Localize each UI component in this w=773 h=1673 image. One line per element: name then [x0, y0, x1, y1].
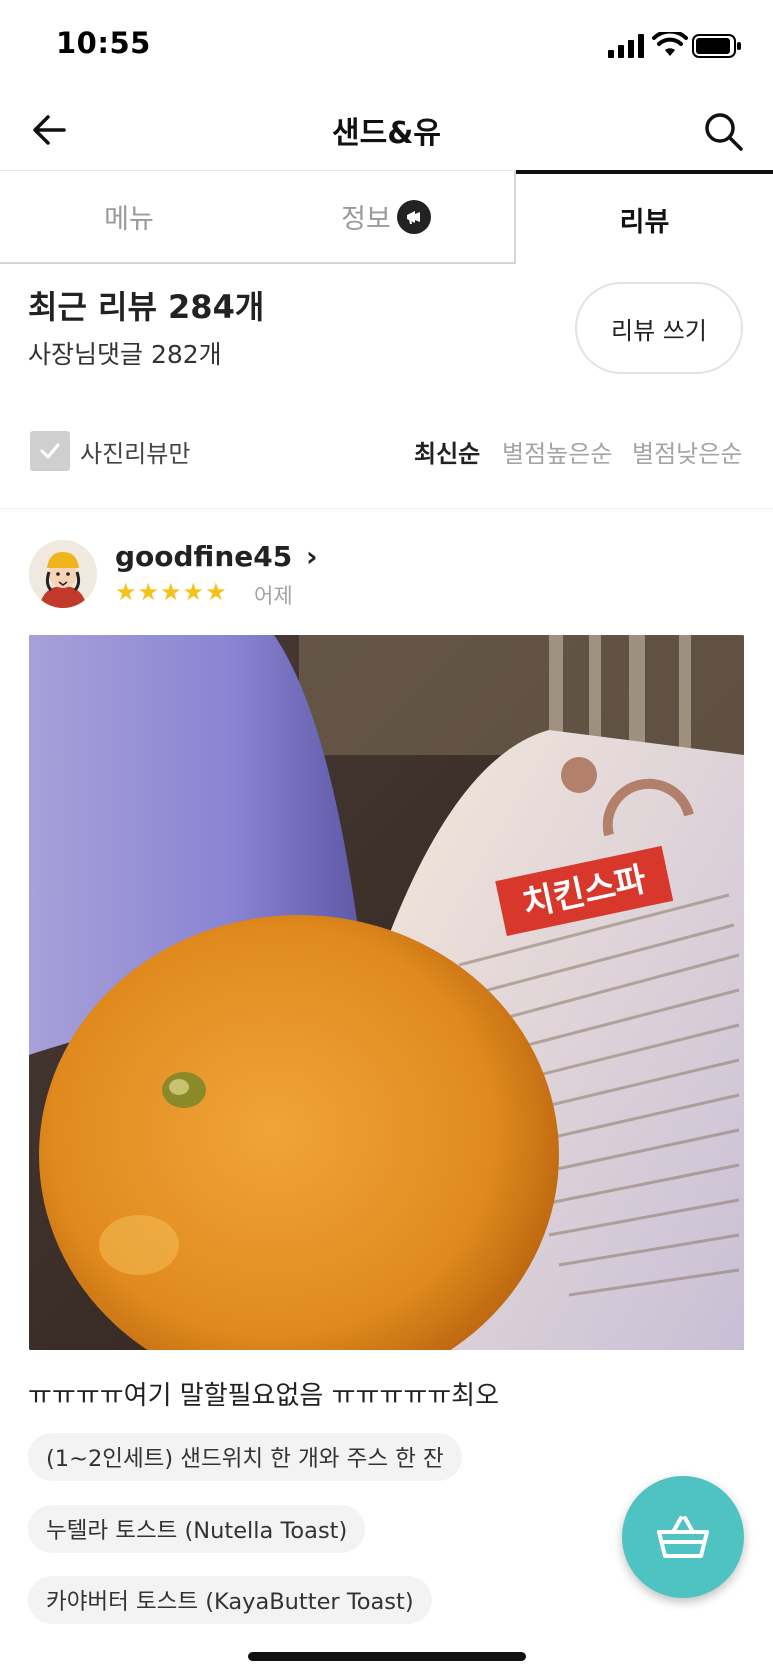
- photo-only-checkbox[interactable]: [30, 431, 70, 471]
- tab-review[interactable]: 리뷰: [516, 170, 773, 264]
- owner-reply-count: 사장님댓글 282개: [28, 340, 222, 369]
- divider: [0, 508, 773, 509]
- sort-rating-low[interactable]: 별점낮은순: [632, 434, 742, 469]
- cart-icon: [657, 1516, 709, 1558]
- status-time: 10:55: [56, 26, 151, 60]
- photo-only-label[interactable]: 사진리뷰만: [80, 434, 190, 469]
- wifi-icon: [652, 32, 688, 56]
- signal-icon: [608, 34, 644, 58]
- ordered-item-tag[interactable]: 카야버터 토스트 (KayaButter Toast): [28, 1576, 432, 1624]
- review-date: 어제: [254, 584, 293, 608]
- username-text: goodfine45: [115, 540, 293, 573]
- avatar[interactable]: [29, 540, 97, 608]
- tab-menu-label: 메뉴: [104, 204, 154, 235]
- search-icon[interactable]: [702, 110, 744, 152]
- tab-info[interactable]: 정보: [258, 170, 516, 264]
- ordered-item-tag[interactable]: (1~2인세트) 샌드위치 한 개와 주스 한 잔: [28, 1433, 462, 1481]
- recent-review-count: 최근 리뷰 284개: [28, 288, 265, 326]
- battery-icon: [692, 34, 741, 58]
- tab-bar: 메뉴 정보 리뷰: [0, 170, 773, 264]
- tab-info-label: 정보: [341, 204, 391, 235]
- star-rating: ★★★★★: [115, 578, 228, 606]
- review-photo[interactable]: 치킨스파: [29, 635, 744, 1350]
- tab-review-label: 리뷰: [619, 206, 670, 238]
- chevron-right-icon: ›: [305, 540, 318, 573]
- page-title: 샌드&유: [332, 116, 441, 151]
- ordered-item-tag[interactable]: 누텔라 토스트 (Nutella Toast): [28, 1505, 366, 1553]
- write-review-button[interactable]: 리뷰 쓰기: [575, 282, 743, 374]
- check-icon: [40, 443, 60, 459]
- review-photo-image: 치킨스파: [29, 635, 744, 1350]
- cart-button[interactable]: [622, 1476, 744, 1598]
- sort-newest[interactable]: 최신순: [414, 434, 480, 469]
- review-username[interactable]: goodfine45 ›: [115, 540, 318, 573]
- review-text: ㅠㅠㅠㅠ여기 말할필요없음 ㅠㅠㅠㅠㅠ최오: [28, 1381, 500, 1411]
- megaphone-icon: [396, 199, 431, 234]
- home-indicator: [248, 1652, 526, 1661]
- tab-menu[interactable]: 메뉴: [0, 170, 258, 264]
- sort-rating-high[interactable]: 별점높은순: [502, 434, 612, 469]
